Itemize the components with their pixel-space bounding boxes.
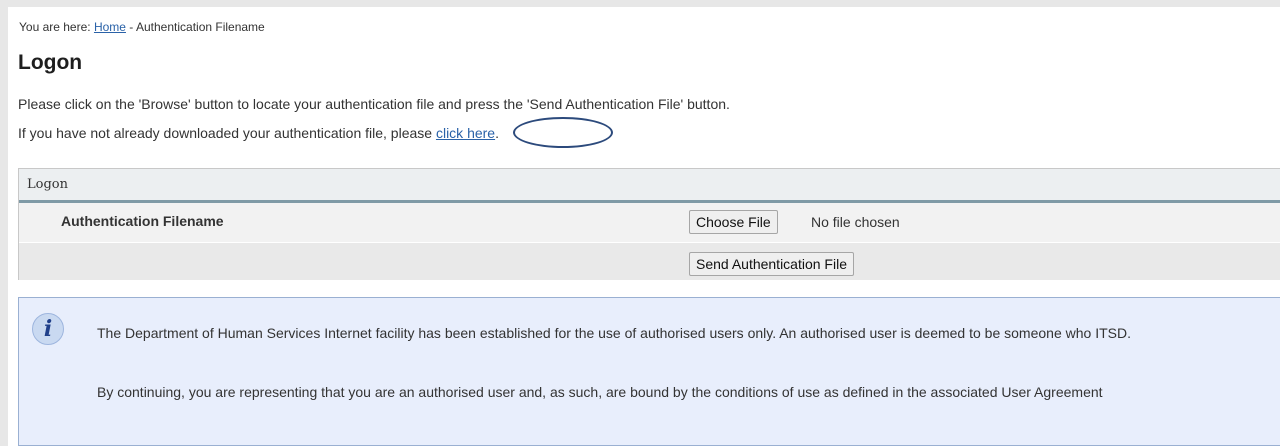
logon-panel: Logon Authentication Filename Choose Fil… [18, 168, 1280, 280]
download-auth-file-link[interactable]: click here [436, 125, 495, 141]
notice-paragraph-1: The Department of Human Services Interne… [97, 325, 1131, 341]
download-prompt-period: . [495, 125, 499, 141]
instructions-text: Please click on the 'Browse' button to l… [18, 96, 730, 112]
send-authentication-file-button[interactable]: Send Authentication File [689, 252, 854, 276]
window-frame-left [0, 0, 8, 446]
no-file-chosen-text: No file chosen [811, 214, 900, 230]
download-prompt-text: If you have not already downloaded your … [18, 125, 436, 141]
breadcrumb-home-link[interactable]: Home [94, 20, 126, 34]
breadcrumb-current: Authentication Filename [135, 20, 265, 34]
choose-file-button[interactable]: Choose File [689, 210, 778, 234]
window-frame-corner [8, 7, 18, 17]
download-prompt: If you have not already downloaded your … [18, 125, 499, 141]
breadcrumb: You are here: Home - Authentication File… [19, 20, 265, 34]
page-title: Logon [18, 51, 83, 74]
auth-filename-row: Authentication Filename [19, 203, 1280, 243]
logon-panel-header: Logon [19, 168, 1280, 200]
send-row [19, 243, 1280, 280]
notice-paragraph-2: By continuing, you are representing that… [97, 384, 1103, 400]
window-frame-top [0, 0, 1280, 7]
auth-filename-label: Authentication Filename [61, 213, 224, 229]
notice-box: i The Department of Human Services Inter… [18, 297, 1280, 446]
breadcrumb-separator: - [125, 20, 136, 34]
info-icon: i [32, 313, 64, 345]
annotation-circle [513, 117, 613, 148]
breadcrumb-prefix: You are here: [19, 20, 94, 34]
